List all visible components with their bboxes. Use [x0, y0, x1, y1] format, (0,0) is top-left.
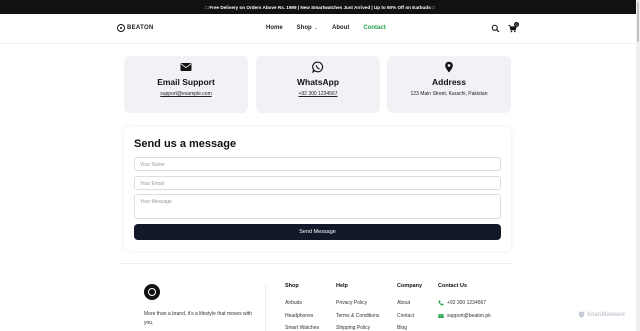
footer-link-smart-watches[interactable]: Smart Watches: [285, 322, 319, 331]
footer-column-divider: [265, 285, 266, 331]
name-input[interactable]: Your Name: [134, 157, 501, 171]
email-input[interactable]: Your Email: [134, 176, 501, 190]
footer-shop-column: Shop Airbuds Headphones Smart Watches: [285, 283, 319, 331]
email-link[interactable]: support@example.com: [124, 91, 248, 97]
form-title: Send us a message: [134, 138, 237, 150]
watermark: ScanMalware: [578, 311, 625, 318]
address-card: Address 123 Main Street, Karachi, Pakist…: [387, 56, 511, 113]
brand-logo[interactable]: BEATON: [117, 24, 154, 32]
message-textarea[interactable]: Your Message: [134, 194, 501, 219]
footer-email-text: support@beaton.pk: [447, 312, 491, 319]
whatsapp-link[interactable]: +92 300 1234567: [256, 91, 380, 97]
footer-heading: Help: [336, 283, 348, 289]
whatsapp-card: WhatsApp +92 300 1234567: [256, 56, 380, 113]
map-pin-icon: [445, 61, 453, 73]
nav-shop[interactable]: Shop ⌄: [297, 25, 318, 31]
brand-name: BEATON: [127, 25, 154, 31]
announcement-bar: □ Free Delivery on Orders Above Rs. 1999…: [0, 0, 640, 14]
footer-link-privacy-policy[interactable]: Privacy Policy: [336, 297, 379, 310]
footer-phone[interactable]: +92 300 1234567: [438, 297, 491, 310]
scrollbar-thumb[interactable]: [637, 2, 639, 42]
footer-link-terms[interactable]: Terms & Conditions: [336, 310, 379, 323]
footer-heading: Contact Us: [438, 283, 468, 289]
announcement-text: □ Free Delivery on Orders Above Rs. 1999…: [205, 4, 435, 10]
brand-mark-icon: [117, 24, 125, 32]
envelope-icon: [180, 63, 192, 71]
footer-link-headphones[interactable]: Headphones: [285, 310, 319, 323]
envelope-icon: [438, 313, 444, 318]
footer-link-about[interactable]: About: [397, 297, 422, 310]
watermark-text: ScanMalware: [587, 311, 626, 318]
footer-divider: [120, 263, 512, 264]
footer-link-contact[interactable]: Contact: [397, 310, 422, 323]
card-title: Address: [431, 77, 466, 87]
nav-home[interactable]: Home: [266, 25, 283, 31]
footer-link-blog[interactable]: Blog: [397, 322, 422, 331]
footer-company-column: Company About Contact Blog: [397, 283, 422, 331]
page-scrollbar[interactable]: [636, 0, 640, 331]
footer-description: More than a brand, it's a lifestyle that…: [144, 311, 252, 326]
site-header: BEATON Home Shop ⌄ About Contact 0: [0, 14, 640, 44]
nav-about[interactable]: About: [332, 25, 349, 31]
cart-count-badge: 0: [514, 22, 519, 27]
card-title: WhatsApp: [296, 77, 340, 87]
send-message-button[interactable]: Send Message: [134, 224, 501, 240]
footer-help-column: Help Privacy Policy Terms & Conditions S…: [336, 283, 379, 331]
nav-contact[interactable]: Contact: [363, 25, 385, 31]
address-text: 123 Main Street, Karachi, Pakistan: [410, 91, 488, 97]
main-nav: Home Shop ⌄ About Contact: [266, 25, 386, 31]
email-support-card: Email Support support@example.com: [124, 56, 248, 113]
footer-phone-text: +92 300 1234567: [447, 300, 487, 307]
footer-heading: Company: [397, 283, 423, 289]
footer-logo[interactable]: [144, 284, 160, 300]
whatsapp-icon: [312, 61, 324, 73]
phone-icon: [438, 300, 444, 306]
footer-email[interactable]: support@beaton.pk: [438, 310, 491, 323]
card-title: Email Support: [157, 77, 215, 87]
footer-heading: Shop: [285, 283, 299, 289]
footer-contact-column: Contact Us +92 300 1234567 support@beato…: [438, 283, 491, 322]
footer-link-airbuds[interactable]: Airbuds: [285, 297, 319, 310]
shield-icon: [578, 311, 585, 318]
contact-form: Send us a message Your Name Your Email Y…: [124, 127, 511, 251]
footer-link-shipping-policy[interactable]: Shipping Policy: [336, 322, 379, 331]
search-icon[interactable]: [491, 24, 500, 33]
nav-shop-label: Shop: [296, 25, 312, 31]
chevron-down-icon: ⌄: [314, 25, 319, 30]
